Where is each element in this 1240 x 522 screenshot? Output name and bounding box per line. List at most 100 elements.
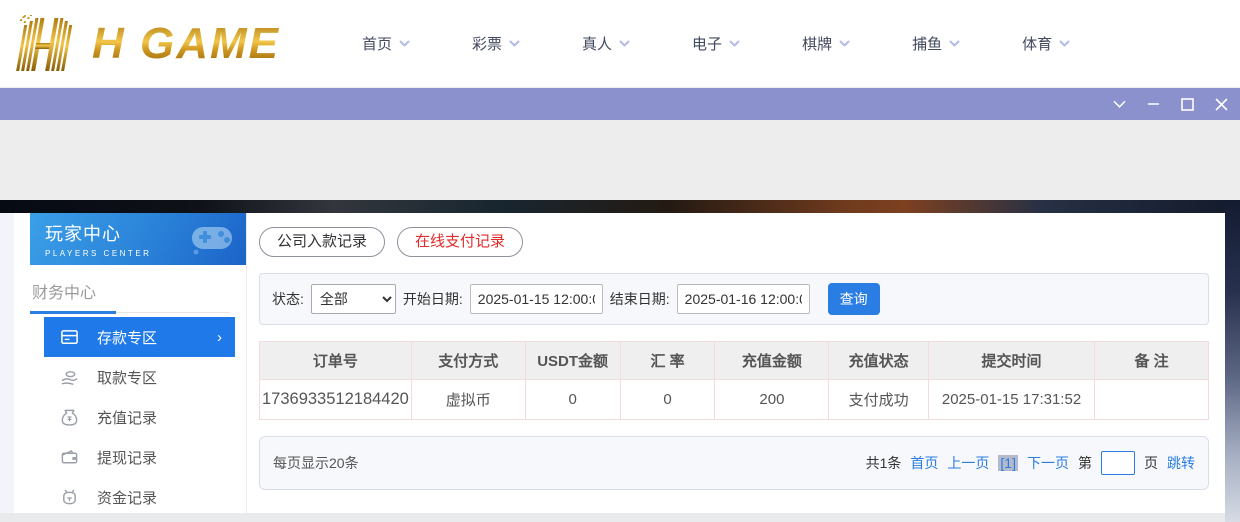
recharge-record-icon bbox=[60, 408, 79, 427]
gamepad-icon bbox=[190, 221, 236, 255]
sidebar-item-label: 资金记录 bbox=[97, 487, 157, 508]
logo-emblem-icon bbox=[10, 15, 88, 73]
window-minimize-icon[interactable] bbox=[1147, 98, 1160, 111]
window-maximize-icon[interactable] bbox=[1181, 98, 1194, 111]
jump-button[interactable]: 跳转 bbox=[1167, 453, 1195, 473]
jump-prefix-label: 第 bbox=[1078, 453, 1092, 473]
sidebar-item-withdraw-zone[interactable]: 取款专区 bbox=[14, 357, 246, 397]
cell-remarks bbox=[1095, 380, 1209, 420]
tab-online-payment-records[interactable]: 在线支付记录 bbox=[397, 227, 523, 257]
cell-usdt-amount: 0 bbox=[525, 380, 620, 420]
nav-item-live[interactable]: 真人 bbox=[582, 33, 630, 54]
funds-record-icon bbox=[60, 488, 79, 507]
col-exchange-rate: 汇 率 bbox=[620, 342, 715, 380]
sidebar-menu: 存款专区 › 取款专区 充值记录 提现记录 资金记录 bbox=[14, 317, 246, 517]
content-area: 公司入款记录 在线支付记录 状态: 全部 开始日期: 结束日期: 查询 bbox=[247, 213, 1225, 513]
cell-payment-method: 虚拟币 bbox=[411, 380, 525, 420]
nav-item-home[interactable]: 首页 bbox=[362, 33, 410, 54]
players-center-header: 玩家中心 PLAYERS CENTER bbox=[30, 213, 246, 265]
withdraw-icon bbox=[60, 368, 79, 387]
col-remarks: 备 注 bbox=[1095, 342, 1209, 380]
chevron-down-icon bbox=[619, 40, 630, 48]
nav-label: 电子 bbox=[692, 33, 722, 54]
end-date-label: 结束日期: bbox=[610, 289, 670, 309]
sidebar-item-label: 提现记录 bbox=[97, 447, 157, 468]
pagination-bar: 每页显示20条 共1条 首页 上一页 [1] 下一页 第 页 跳转 bbox=[259, 436, 1209, 490]
chevron-down-icon bbox=[399, 40, 410, 48]
current-page-indicator: [1] bbox=[998, 455, 1018, 471]
sidebar-item-withdrawal-records[interactable]: 提现记录 bbox=[14, 437, 246, 477]
col-payment-method: 支付方式 bbox=[411, 342, 525, 380]
cell-submit-time: 2025-01-15 17:31:52 bbox=[929, 380, 1095, 420]
nav-item-slots[interactable]: 电子 bbox=[692, 33, 740, 54]
finance-center-section-title: 财务中心 bbox=[30, 269, 230, 313]
nav-label: 彩票 bbox=[472, 33, 502, 54]
nav-label: 真人 bbox=[582, 33, 612, 54]
sidebar: 玩家中心 PLAYERS CENTER 财务中心 存款专区 › bbox=[14, 213, 247, 513]
main-nav: 首页 彩票 真人 电子 棋牌 捕鱼 体育 bbox=[362, 33, 1070, 54]
nav-item-cards[interactable]: 棋牌 bbox=[802, 33, 850, 54]
background-banner bbox=[0, 200, 1240, 213]
sidebar-item-recharge-records[interactable]: 充值记录 bbox=[14, 397, 246, 437]
cell-recharge-status: 支付成功 bbox=[829, 380, 929, 420]
start-date-label: 开始日期: bbox=[403, 289, 463, 309]
background-left-strip bbox=[0, 213, 14, 513]
nav-item-fishing[interactable]: 捕鱼 bbox=[912, 33, 960, 54]
window-close-icon[interactable] bbox=[1215, 98, 1228, 111]
prev-page-link[interactable]: 上一页 bbox=[947, 453, 989, 473]
sidebar-item-deposit-zone[interactable]: 存款专区 › bbox=[44, 317, 235, 357]
window-title-bar bbox=[0, 88, 1240, 120]
cell-order-no: 1736933512184420 bbox=[260, 380, 412, 420]
background-right-band bbox=[1225, 200, 1240, 522]
filter-bar: 状态: 全部 开始日期: 结束日期: 查询 bbox=[259, 273, 1209, 325]
query-button[interactable]: 查询 bbox=[828, 283, 880, 315]
cell-exchange-rate: 0 bbox=[620, 380, 715, 420]
site-header: H GAME 首页 彩票 真人 电子 棋牌 捕鱼 体育 bbox=[0, 0, 1240, 88]
spacer-band bbox=[0, 120, 1240, 200]
chevron-down-icon bbox=[1059, 40, 1070, 48]
status-label: 状态: bbox=[272, 289, 304, 309]
jump-suffix-label: 页 bbox=[1144, 453, 1158, 473]
next-page-link[interactable]: 下一页 bbox=[1027, 453, 1069, 473]
nav-label: 棋牌 bbox=[802, 33, 832, 54]
logo[interactable]: H GAME bbox=[10, 15, 300, 73]
payment-records-table: 订单号 支付方式 USDT金额 汇 率 充值金额 充值状态 提交时间 备 注 1… bbox=[259, 341, 1209, 420]
chevron-right-icon: › bbox=[217, 329, 222, 346]
sidebar-item-funds-records[interactable]: 资金记录 bbox=[14, 477, 246, 517]
record-tabs: 公司入款记录 在线支付记录 bbox=[259, 227, 1209, 257]
status-select[interactable]: 全部 bbox=[311, 284, 396, 314]
col-order-no: 订单号 bbox=[260, 342, 412, 380]
player-center-panel: 玩家中心 PLAYERS CENTER 财务中心 存款专区 › bbox=[14, 213, 1225, 513]
page-number-input[interactable] bbox=[1101, 451, 1135, 475]
cell-recharge-amount: 200 bbox=[715, 380, 829, 420]
col-usdt-amount: USDT金额 bbox=[525, 342, 620, 380]
chevron-down-icon bbox=[949, 40, 960, 48]
nav-item-sports[interactable]: 体育 bbox=[1022, 33, 1070, 54]
chevron-down-icon bbox=[839, 40, 850, 48]
table-row: 1736933512184420 虚拟币 0 0 200 支付成功 2025-0… bbox=[260, 380, 1209, 420]
nav-label: 捕鱼 bbox=[912, 33, 942, 54]
per-page-label: 每页显示20条 bbox=[273, 453, 359, 473]
nav-label: 首页 bbox=[362, 33, 392, 54]
col-submit-time: 提交时间 bbox=[929, 342, 1095, 380]
col-recharge-status: 充值状态 bbox=[829, 342, 929, 380]
pagination-controls: 共1条 首页 上一页 [1] 下一页 第 页 跳转 bbox=[866, 451, 1195, 475]
logo-text: H GAME bbox=[92, 19, 280, 69]
sidebar-item-label: 存款专区 bbox=[97, 327, 157, 348]
window-dropdown-icon[interactable] bbox=[1113, 98, 1126, 111]
end-date-input[interactable] bbox=[677, 284, 810, 314]
start-date-input[interactable] bbox=[470, 284, 603, 314]
nav-item-lottery[interactable]: 彩票 bbox=[472, 33, 520, 54]
first-page-link[interactable]: 首页 bbox=[910, 453, 938, 473]
chevron-down-icon bbox=[729, 40, 740, 48]
sidebar-item-label: 充值记录 bbox=[97, 407, 157, 428]
deposit-icon bbox=[60, 328, 79, 347]
main-section: 玩家中心 PLAYERS CENTER 财务中心 存款专区 › bbox=[0, 200, 1240, 522]
table-header-row: 订单号 支付方式 USDT金额 汇 率 充值金额 充值状态 提交时间 备 注 bbox=[260, 342, 1209, 380]
withdrawal-record-icon bbox=[60, 448, 79, 467]
tab-company-deposit-records[interactable]: 公司入款记录 bbox=[259, 227, 385, 257]
total-count-label: 共1条 bbox=[866, 453, 902, 473]
chevron-down-icon bbox=[509, 40, 520, 48]
sidebar-item-label: 取款专区 bbox=[97, 367, 157, 388]
nav-label: 体育 bbox=[1022, 33, 1052, 54]
